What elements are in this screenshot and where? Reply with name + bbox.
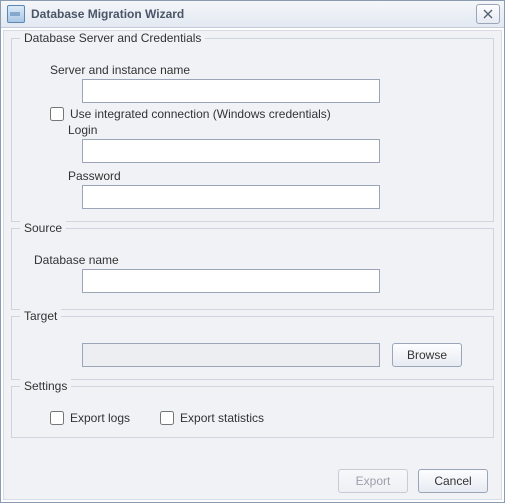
group-settings: Settings Export logs Export statistics <box>11 386 494 438</box>
export-button[interactable]: Export <box>338 469 408 493</box>
integrated-connection-label: Use integrated connection (Windows crede… <box>70 107 331 121</box>
cancel-button[interactable]: Cancel <box>418 469 488 493</box>
group-settings-title: Settings <box>20 379 71 393</box>
export-statistics-checkbox[interactable] <box>160 411 174 425</box>
close-button[interactable] <box>476 4 500 24</box>
password-label: Password <box>68 169 483 183</box>
app-icon <box>7 5 25 23</box>
password-input[interactable] <box>82 185 380 209</box>
window-title: Database Migration Wizard <box>31 7 476 21</box>
database-name-input[interactable] <box>82 269 380 293</box>
database-name-label: Database name <box>34 253 483 267</box>
export-statistics-label: Export statistics <box>180 411 264 425</box>
group-credentials-title: Database Server and Credentials <box>20 31 205 45</box>
browse-button[interactable]: Browse <box>392 343 462 367</box>
dialog-footer: Export Cancel <box>11 463 494 493</box>
group-target: Target Browse <box>11 316 494 380</box>
login-input[interactable] <box>82 139 380 163</box>
login-label: Login <box>68 123 483 137</box>
server-name-label: Server and instance name <box>50 63 483 77</box>
titlebar: Database Migration Wizard <box>1 1 504 28</box>
dialog-window: Database Migration Wizard Database Serve… <box>0 0 505 503</box>
integrated-connection-checkbox[interactable] <box>50 107 64 121</box>
target-path-input[interactable] <box>82 343 380 367</box>
dialog-body: Database Server and Credentials Server a… <box>3 30 502 500</box>
export-logs-label: Export logs <box>70 411 130 425</box>
server-name-input[interactable] <box>82 79 380 103</box>
group-source-title: Source <box>20 221 66 235</box>
close-icon <box>483 9 493 19</box>
export-logs-checkbox[interactable] <box>50 411 64 425</box>
group-target-title: Target <box>20 309 61 323</box>
group-source: Source Database name <box>11 228 494 310</box>
group-credentials: Database Server and Credentials Server a… <box>11 38 494 222</box>
